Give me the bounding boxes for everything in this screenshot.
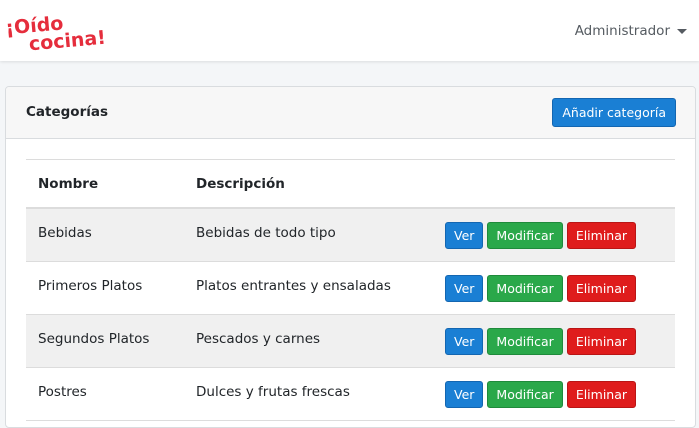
- delete-button[interactable]: Eliminar: [566, 275, 637, 302]
- categories-table: Nombre Descripción Bebidas Bebidas de to…: [26, 159, 675, 421]
- brand-logo[interactable]: ¡Oído cocina!: [4, 10, 108, 54]
- caret-down-icon: [677, 28, 687, 34]
- delete-button[interactable]: Eliminar: [566, 328, 637, 355]
- view-button[interactable]: Ver: [445, 381, 484, 408]
- table-header: Nombre Descripción: [26, 160, 675, 209]
- row-name: Primeros Platos: [38, 278, 143, 294]
- row-description: Platos entrantes y ensaladas: [196, 278, 391, 294]
- table-row: Segundos Platos Pescados y carnes Ver Mo…: [26, 315, 675, 368]
- card-title: Categorías: [26, 104, 108, 120]
- row-actions: Ver Modificar Eliminar: [445, 222, 637, 249]
- edit-button[interactable]: Modificar: [487, 275, 563, 302]
- table-row: Bebidas Bebidas de todo tipo Ver Modific…: [26, 209, 675, 262]
- row-description: Bebidas de todo tipo: [196, 225, 336, 241]
- edit-button[interactable]: Modificar: [487, 381, 563, 408]
- header-name: Nombre: [38, 176, 99, 192]
- row-actions: Ver Modificar Eliminar: [445, 328, 637, 355]
- header-description: Descripción: [196, 176, 285, 192]
- row-actions: Ver Modificar Eliminar: [445, 275, 637, 302]
- delete-button[interactable]: Eliminar: [566, 381, 637, 408]
- table-row: Postres Dulces y frutas frescas Ver Modi…: [26, 368, 675, 421]
- row-name: Segundos Platos: [38, 331, 150, 347]
- card-header: Categorías Añadir categoría: [6, 87, 695, 139]
- top-navbar: ¡Oído cocina! Administrador: [0, 0, 699, 61]
- edit-button[interactable]: Modificar: [487, 328, 563, 355]
- categories-card: Categorías Añadir categoría Nombre Descr…: [5, 86, 696, 428]
- table-row: Primeros Platos Platos entrantes y ensal…: [26, 262, 675, 315]
- row-name: Postres: [38, 384, 87, 400]
- row-description: Pescados y carnes: [196, 331, 321, 347]
- row-actions: Ver Modificar Eliminar: [445, 381, 637, 408]
- edit-button[interactable]: Modificar: [487, 222, 563, 249]
- row-name: Bebidas: [38, 225, 92, 241]
- row-description: Dulces y frutas frescas: [196, 384, 350, 400]
- user-menu-dropdown[interactable]: Administrador: [575, 20, 687, 42]
- view-button[interactable]: Ver: [445, 222, 484, 249]
- user-menu-label: Administrador: [574, 23, 670, 39]
- delete-button[interactable]: Eliminar: [566, 222, 637, 249]
- add-category-button[interactable]: Añadir categoría: [552, 98, 676, 127]
- view-button[interactable]: Ver: [445, 275, 484, 302]
- view-button[interactable]: Ver: [445, 328, 484, 355]
